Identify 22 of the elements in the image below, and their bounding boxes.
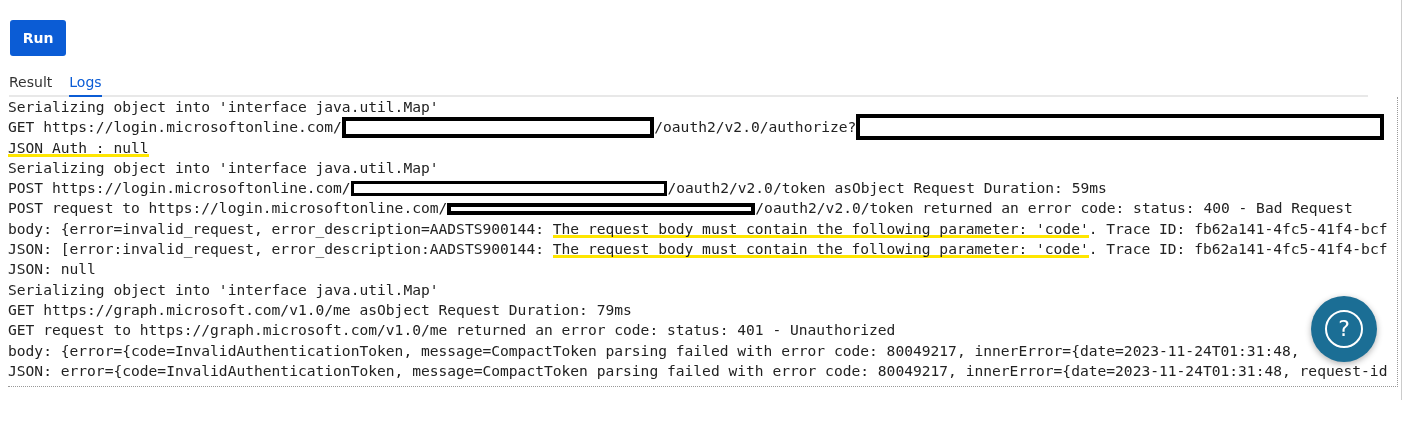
log-text: Serializing object into 'interface java.util.Map' [8,157,439,178]
log-text: . Trace ID: fb62a141-4fc5-41f4-bcf [1088,239,1388,260]
log-text: /oauth2/v2.0/token returned an error code: status: 400 - Bad Request [755,198,1353,219]
log-text: GET https://login.microsoftonline.com/ [8,117,342,138]
tab[interactable]: Result [9,74,53,97]
tab[interactable]: Logs [69,74,102,97]
log-text: body: {error={code=InvalidAuthenticationToken, message=CompactToken parsing failed with error code: 80049217, innerError={date=2023-11-24T01:31:48, [8,340,1300,361]
help-button[interactable]: ? [1311,296,1377,362]
run-button[interactable]: Run [10,20,66,56]
log-text: Serializing object into 'interface java.util.Map' [8,97,439,117]
log-text: Serializing object into 'interface java.util.Map' [8,279,439,300]
log-text: . Trace ID: fb62a141-4fc5-41f4-bcf [1088,218,1388,239]
log-text: GET https://graph.microsoft.com/v1.0/me asObject Request Duration: 79ms [8,299,632,320]
log-text: JSON: null [8,259,96,280]
log-text: JSON: error={code=InvalidAuthenticationToken, message=CompactToken parsing failed with error code: 80049217, innerError={date=2023-11-24T01:31:48, request-id [8,360,1388,381]
log-text: POST https://login.microsoftonline.com/ [8,178,351,199]
log-text: /oauth2/v2.0/authorize? [654,117,857,138]
log-text: body: {error=invalid_request, error_description=AADSTS900144: [8,218,545,240]
log-text: GET request to https://graph.microsoft.com/v1.0/me returned an error code: status: 401 - Unauthorized [8,320,896,341]
log-text: POST request to https://login.microsoftonline.com/ [8,198,448,219]
log-text: JSON: [error:invalid_request, error_description:AADSTS900144: [8,239,545,260]
log-text: /oauth2/v2.0/token asObject Request Duration: 59ms [667,178,1107,199]
